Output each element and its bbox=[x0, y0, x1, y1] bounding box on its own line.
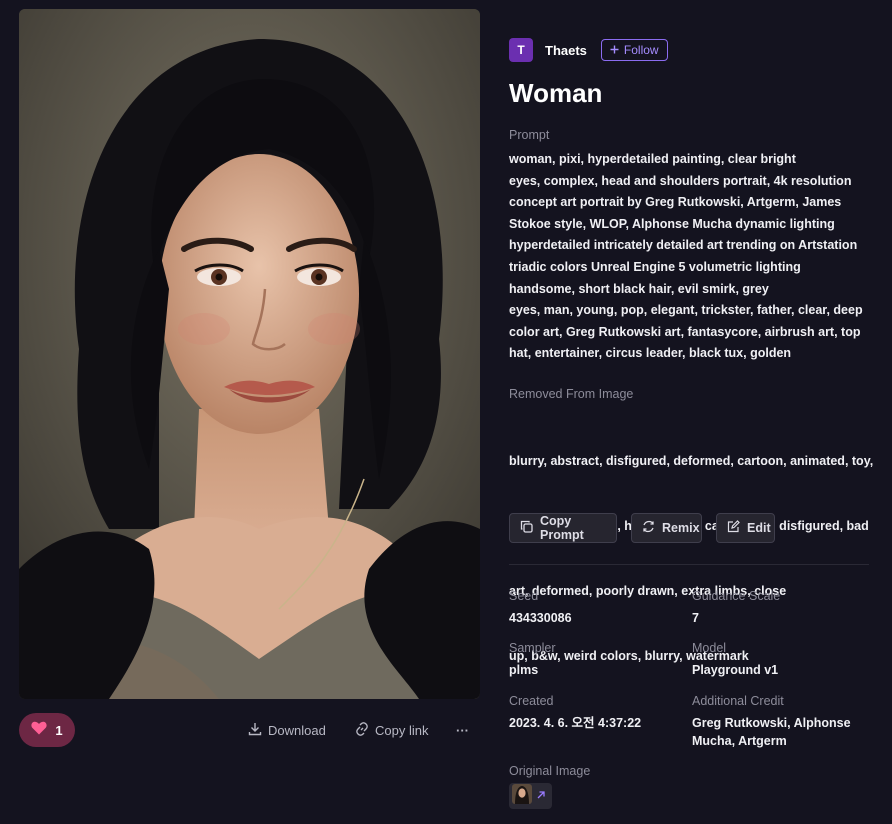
edit-icon bbox=[727, 520, 740, 536]
prompt-line: Stokoe style, WLOP, Alphonse Mucha dynam… bbox=[509, 216, 835, 231]
created-field: Created 2023. 4. 6. 오전 4:37:22 bbox=[509, 694, 684, 732]
prompt-line: woman, pixi, hyperdetailed painting, cle… bbox=[509, 152, 796, 166]
prompt-line: handsome, short black hair, evil smirk, … bbox=[509, 281, 769, 296]
divider bbox=[509, 564, 869, 565]
prompt-label: Prompt bbox=[509, 128, 550, 142]
like-count: 1 bbox=[55, 722, 63, 738]
prompt-line: eyes, man, young, pop, elegant, trickste… bbox=[509, 303, 863, 318]
original-image-thumbnail bbox=[512, 783, 532, 809]
created-value: 2023. 4. 6. 오전 4:37:22 bbox=[509, 716, 642, 730]
heart-icon bbox=[31, 721, 47, 740]
author-name[interactable]: Thaets bbox=[545, 43, 587, 58]
negative-line: blurry, abstract, disfigured, deformed, … bbox=[509, 454, 874, 469]
seed-label: Seed bbox=[509, 589, 539, 603]
artwork-actions: 1 Download Copy link ··· bbox=[19, 713, 480, 747]
model-field: Model Playground v1 bbox=[692, 641, 867, 679]
sampler-value: plms bbox=[509, 663, 539, 677]
remix-icon bbox=[642, 520, 655, 536]
model-label: Model bbox=[692, 641, 727, 655]
model-value: Playground v1 bbox=[692, 663, 779, 677]
guidance-label: Guidance Scale bbox=[692, 589, 781, 603]
seed-value: 434330086 bbox=[509, 611, 572, 625]
avatar[interactable]: T bbox=[509, 38, 533, 62]
artwork-image[interactable] bbox=[19, 9, 480, 699]
edit-button[interactable]: Edit bbox=[716, 513, 775, 543]
plus-icon bbox=[610, 43, 619, 57]
copy-prompt-button[interactable]: Copy Prompt bbox=[509, 513, 617, 543]
download-button[interactable]: Download bbox=[248, 713, 326, 747]
remix-label: Remix bbox=[662, 521, 700, 535]
guidance-field: Guidance Scale 7 bbox=[692, 589, 867, 627]
credit-line: Greg Rutkowski, Alphonse bbox=[692, 716, 851, 730]
prompt-text: woman, pixi, hyperdetailed painting, cle… bbox=[509, 149, 879, 365]
follow-button[interactable]: Follow bbox=[600, 39, 668, 61]
copy-prompt-label: Copy Prompt bbox=[540, 514, 584, 542]
link-icon bbox=[355, 721, 369, 739]
more-button[interactable]: ··· bbox=[456, 713, 469, 747]
copy-link-label: Copy link bbox=[375, 722, 429, 738]
external-arrow-icon bbox=[536, 787, 546, 805]
portrait-illustration bbox=[19, 9, 480, 699]
follow-label: Follow bbox=[623, 43, 659, 57]
sampler-label: Sampler bbox=[509, 641, 556, 655]
page-title: Woman bbox=[509, 78, 603, 108]
prompt-line: hyperdetailed intricately detailed art t… bbox=[509, 238, 858, 253]
seed-field: Seed 434330086 bbox=[509, 589, 684, 627]
original-image-label: Original Image bbox=[509, 764, 591, 778]
prompt-line: eyes, complex, head and shoulders portra… bbox=[509, 173, 852, 188]
copy-icon bbox=[520, 520, 533, 536]
original-image-link[interactable] bbox=[509, 783, 552, 809]
negative-prompt-label: Removed From Image bbox=[509, 387, 634, 401]
credit-line: Mucha, Artgerm bbox=[692, 734, 787, 748]
download-label: Download bbox=[268, 722, 326, 738]
prompt-line: color art, Greg Rutkowski art, fantasyco… bbox=[509, 324, 861, 339]
edit-label: Edit bbox=[747, 521, 771, 535]
credit-label: Additional Credit bbox=[692, 694, 784, 708]
guidance-value: 7 bbox=[692, 611, 699, 625]
prompt-line: concept art portrait by Greg Rutkowski, … bbox=[509, 195, 842, 210]
credit-field: Additional Credit Greg Rutkowski, Alphon… bbox=[692, 694, 867, 750]
prompt-line: triadic colors Unreal Engine 5 volumetri… bbox=[509, 259, 801, 274]
author-row: T Thaets Follow bbox=[509, 38, 668, 62]
remix-button[interactable]: Remix bbox=[631, 513, 702, 543]
download-icon bbox=[248, 722, 262, 739]
credit-value: Greg Rutkowski, Alphonse Mucha, Artgerm bbox=[692, 714, 867, 750]
sampler-field: Sampler plms bbox=[509, 641, 684, 679]
like-button[interactable]: 1 bbox=[19, 713, 75, 747]
more-icon: ··· bbox=[456, 722, 469, 738]
copy-link-button[interactable]: Copy link bbox=[355, 713, 428, 747]
created-label: Created bbox=[509, 694, 554, 708]
prompt-line: hat, entertainer, circus leader, black t… bbox=[509, 346, 792, 361]
